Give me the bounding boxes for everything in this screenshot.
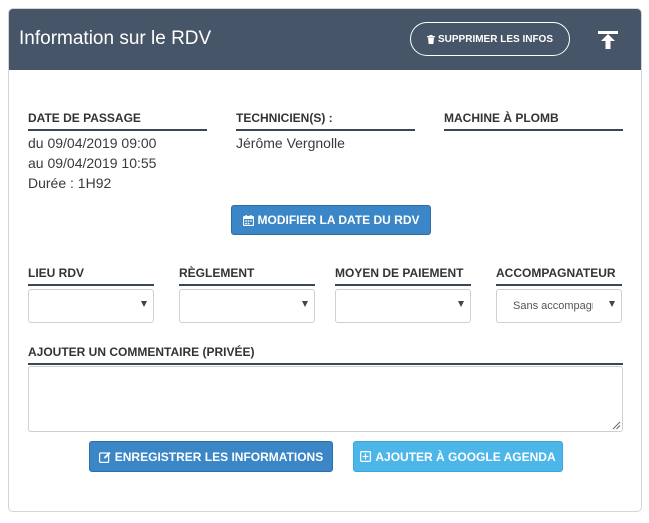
passage-date-label: DATE DE PASSAGE [28,111,207,131]
trash-icon [426,34,435,44]
plus-square-icon [360,451,372,462]
accompagnateur-value: Sans accompagnateur [513,300,593,312]
save-info-button[interactable]: ENREGISTRER LES INFORMATIONS [89,441,333,472]
modify-date-label: MODIFIER LA DATE DU RDV [257,213,420,227]
edit-icon [98,451,111,463]
delete-info-label: SUPPRIMER LES INFOS [437,33,553,45]
passage-duration: Durée : 1H92 [28,175,112,191]
chevron-down-icon [302,301,308,307]
technician-name: Jérôme Vergnolle [236,135,345,151]
comment-textarea[interactable] [28,366,623,432]
passage-to: au 09/04/2019 10:55 [28,155,157,171]
add-google-calendar-label: AJOUTER À GOOGLE AGENDA [375,449,556,464]
passage-from: du 09/04/2019 09:00 [28,135,157,151]
lead-machine-label: MACHINE À PLOMB [444,111,623,131]
payment-method-select[interactable] [335,289,471,323]
add-google-calendar-button[interactable]: AJOUTER À GOOGLE AGENDA [353,441,563,472]
modify-date-button[interactable]: MODIFIER LA DATE DU RDV [231,205,431,235]
panel-title: Information sur le RDV [19,28,212,49]
panel-header: Information sur le RDV SUPPRIMER LES INF… [9,9,641,70]
chevron-down-icon [141,301,147,307]
accompagnateur-select[interactable]: Sans accompagnateur [496,289,622,323]
payment-method-label: MOYEN DE PAIEMENT [335,266,471,286]
lieu-rdv-label: LIEU RDV [28,266,154,286]
lieu-rdv-select[interactable] [28,289,154,323]
save-info-label: ENREGISTRER LES INFORMATIONS [114,449,324,464]
chevron-down-icon [458,301,464,307]
reglement-select[interactable] [179,289,315,323]
technicians-label: TECHNICIEN(S) : [236,111,415,131]
accompagnateur-label: ACCOMPAGNATEUR [496,266,622,286]
reglement-label: RÈGLEMENT [179,266,315,286]
calendar-icon [242,214,254,226]
comment-label: AJOUTER UN COMMENTAIRE (PRIVÉE) [28,345,623,365]
delete-info-button[interactable]: SUPPRIMER LES INFOS [410,22,570,56]
chevron-down-icon [609,301,615,307]
resize-grip-icon[interactable] [612,421,621,430]
appointment-info-panel: Information sur le RDV SUPPRIMER LES INF… [8,8,642,512]
upload-icon[interactable] [597,29,619,51]
